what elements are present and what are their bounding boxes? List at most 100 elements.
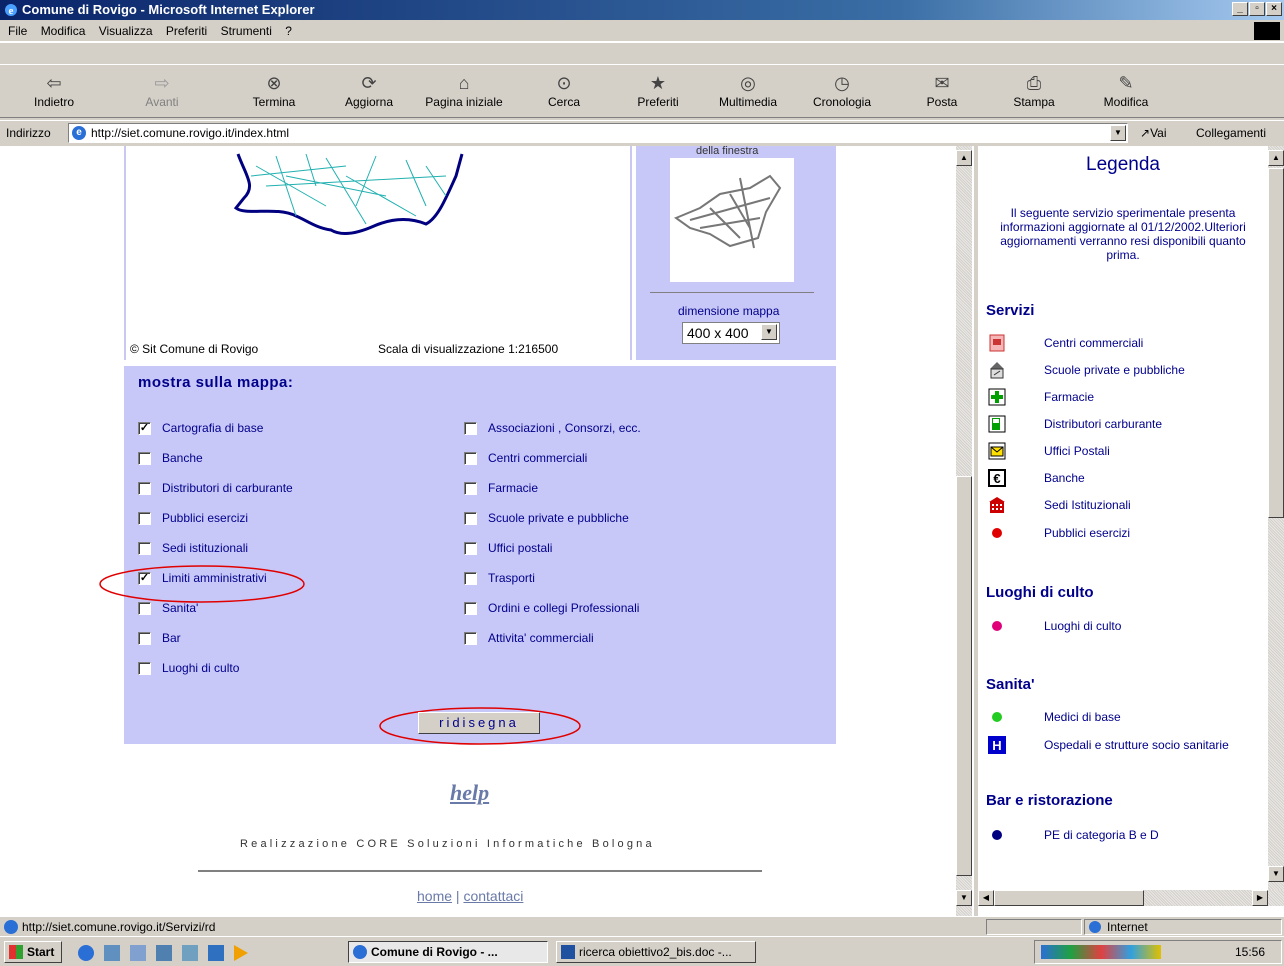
search-button[interactable]: ⊙ Cerca — [540, 69, 588, 117]
frame-divider[interactable] — [974, 146, 978, 916]
print-label: Stampa — [1013, 95, 1055, 109]
title-bar: e Comune di Rovigo - Microsoft Internet … — [0, 0, 1284, 20]
section-culto: Luoghi di culto — [986, 584, 1094, 601]
globe-icon — [1089, 921, 1101, 933]
print-button[interactable]: ⎙ Stampa — [1008, 69, 1060, 117]
left-checkbox[interactable] — [138, 662, 151, 675]
legend-scroll-up-button[interactable]: ▲ — [1268, 150, 1284, 166]
left-checkbox[interactable] — [138, 632, 151, 645]
layer-options-panel: mostra sulla mappa: ✓ Cartografia di base… — [99, 366, 836, 745]
taskbar: Start Comune di Rovigo - ... ricerca obi… — [0, 936, 1284, 966]
status-bar: http://siet.comune.rovigo.it/Servizi/rd … — [0, 916, 1284, 936]
stop-button[interactable]: ⊗ Termina — [248, 69, 300, 117]
left-checkbox[interactable] — [138, 452, 151, 465]
maximize-button[interactable]: ▫ — [1249, 2, 1265, 16]
task-ie-window[interactable]: Comune di Rovigo - ... — [348, 941, 548, 963]
scroll-right-button[interactable]: ▶ — [1252, 890, 1268, 906]
legend-scrollbar[interactable]: ▲ ▼ — [1268, 146, 1284, 898]
ie-icon[interactable] — [78, 945, 94, 961]
menu-strumenti[interactable]: Strumenti — [221, 24, 272, 38]
refresh-button[interactable]: ⟳ Aggiorna — [338, 69, 400, 117]
left-checkbox[interactable] — [138, 512, 151, 525]
minimize-button[interactable]: _ — [1232, 2, 1248, 16]
contact-link[interactable]: contattaci — [463, 888, 523, 904]
scroll-left-button[interactable]: ◀ — [978, 890, 994, 906]
menu-help[interactable]: ? — [285, 24, 292, 38]
history-button[interactable]: ◷ Cronologia — [806, 69, 878, 117]
left-label: Bar — [162, 631, 181, 645]
hospital-icon: H — [988, 736, 1006, 754]
links-button[interactable]: Collegamenti — [1196, 126, 1266, 140]
task-word-document[interactable]: ricerca obiettivo2_bis.doc -... — [556, 941, 756, 963]
mail-button[interactable]: ✉ Posta — [918, 69, 966, 117]
euro-icon: € — [988, 469, 1006, 487]
right-label: Farmacie — [488, 481, 539, 495]
pharmacy-cross-icon — [988, 388, 1006, 406]
search-icon[interactable] — [182, 945, 198, 961]
go-button[interactable]: ↗Vai — [1140, 126, 1167, 140]
multimedia-label: Multimedia — [718, 95, 778, 109]
legend-hscrollbar[interactable]: ◀ ▶ — [978, 890, 1284, 906]
redraw-button[interactable]: ridisegna — [418, 712, 540, 734]
overview-map[interactable] — [670, 158, 794, 282]
footer-divider — [198, 870, 762, 872]
home-button[interactable]: ⌂ Pagina iniziale — [416, 69, 512, 117]
map-viewer[interactable]: © Sit Comune di Rovigo Scala di visualiz… — [124, 146, 632, 360]
scroll-down-button[interactable]: ▼ — [956, 890, 972, 906]
start-button[interactable]: Start — [4, 941, 62, 963]
map-size-select[interactable]: 400 x 400 ▼ — [682, 322, 780, 344]
legend-label: Pubblici esercizi — [1044, 526, 1131, 540]
app-icon[interactable] — [208, 945, 224, 961]
status-url: http://siet.comune.rovigo.it/Servizi/rd — [22, 920, 216, 934]
menu-visualizza[interactable]: Visualizza — [99, 24, 153, 38]
address-url: http://siet.comune.rovigo.it/index.html — [91, 126, 290, 140]
forward-button[interactable]: ⇨ Avanti — [138, 69, 186, 117]
media-player-icon[interactable] — [234, 945, 248, 961]
menu-modifica[interactable]: Modifica — [41, 24, 86, 38]
footer-separator: | — [455, 888, 460, 904]
tray-icons[interactable] — [1041, 945, 1161, 959]
address-dropdown-button[interactable]: ▼ — [1110, 125, 1126, 141]
left-checkbox[interactable]: ✓ — [138, 422, 151, 435]
legend-hscroll-thumb[interactable] — [994, 890, 1144, 906]
address-input[interactable]: e http://siet.comune.rovigo.it/index.htm… — [68, 123, 1128, 143]
fuel-pump-icon — [988, 415, 1006, 433]
back-arrow-icon: ⇦ — [46, 73, 62, 93]
right-checkbox[interactable] — [464, 422, 477, 435]
page-icon — [4, 920, 18, 934]
menu-file[interactable]: File — [8, 24, 27, 38]
main-scrollbar[interactable]: ▲ ▼ — [956, 146, 972, 916]
right-checkbox[interactable] — [464, 542, 477, 555]
outlook-icon[interactable] — [130, 945, 146, 961]
refresh-label: Aggiorna — [344, 95, 394, 109]
legend-scroll-thumb[interactable] — [1268, 168, 1284, 518]
mail-icon: ✉ — [934, 73, 950, 93]
favorites-button[interactable]: ★ Preferiti — [628, 69, 688, 117]
edit-button[interactable]: ✎ Modifica — [1096, 69, 1156, 117]
section-sanita: Sanita' — [986, 676, 1035, 693]
help-link[interactable]: help — [450, 780, 489, 806]
footer-links: home | contattaci — [417, 888, 523, 904]
left-checkbox[interactable] — [138, 542, 151, 555]
chevron-down-icon[interactable]: ▼ — [761, 324, 777, 340]
desktop-icon[interactable] — [104, 945, 120, 961]
right-checkbox[interactable] — [464, 632, 477, 645]
back-button[interactable]: ⇦ Indietro — [30, 69, 78, 117]
legend-scroll-down-button[interactable]: ▼ — [1268, 866, 1284, 882]
right-checkbox[interactable] — [464, 602, 477, 615]
right-checkbox[interactable] — [464, 512, 477, 525]
svg-text:H: H — [992, 738, 1001, 753]
menu-preferiti[interactable]: Preferiti — [166, 24, 207, 38]
right-checkbox[interactable] — [464, 452, 477, 465]
left-label: Cartografia di base — [162, 421, 264, 435]
close-button[interactable]: × — [1266, 2, 1282, 16]
word-icon[interactable] — [156, 945, 172, 961]
multimedia-button[interactable]: ◎ Multimedia — [712, 69, 784, 117]
left-checkbox[interactable] — [138, 482, 151, 495]
stop-icon: ⊗ — [266, 73, 282, 93]
scroll-thumb[interactable] — [956, 476, 972, 876]
home-link[interactable]: home — [417, 888, 452, 904]
scroll-up-button[interactable]: ▲ — [956, 150, 972, 166]
right-checkbox[interactable] — [464, 572, 477, 585]
right-checkbox[interactable] — [464, 482, 477, 495]
